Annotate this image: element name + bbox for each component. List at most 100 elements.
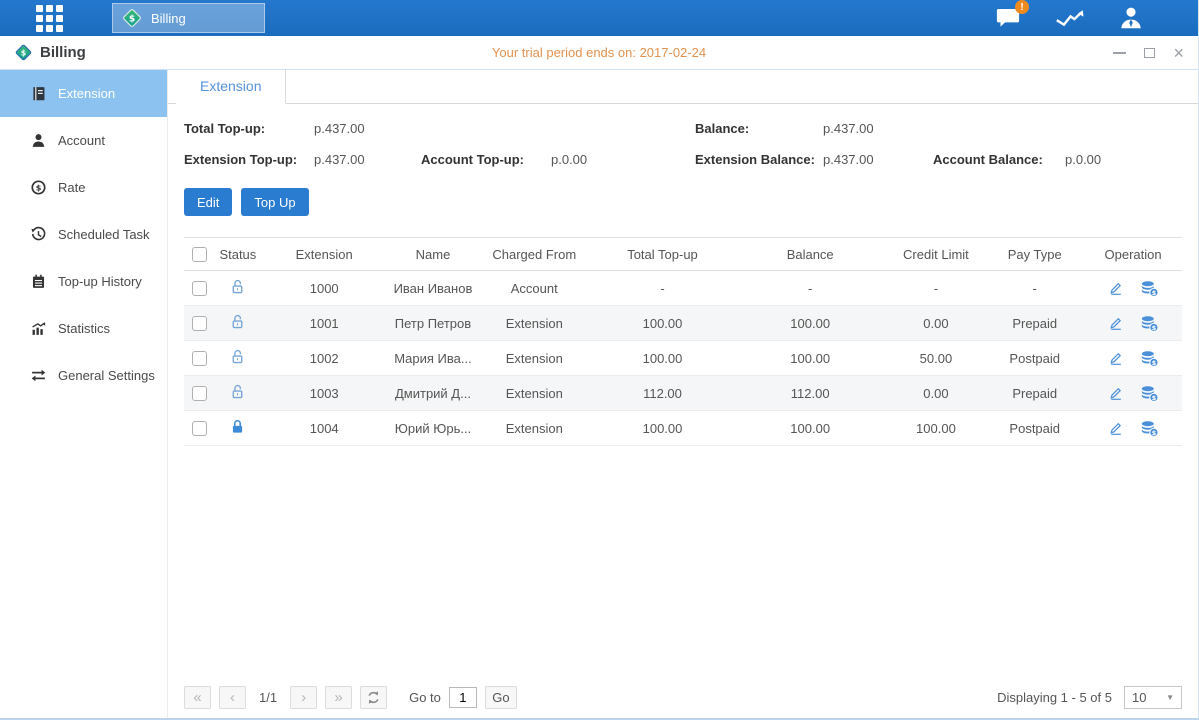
toolbar: Edit Top Up xyxy=(184,188,1182,216)
topup-row-button[interactable]: $ xyxy=(1140,315,1159,332)
sidebar-item-general-settings[interactable]: General Settings xyxy=(0,352,167,399)
sidebar-item-label: Top-up History xyxy=(58,274,142,289)
notification-badge: ! xyxy=(1015,0,1029,14)
svg-text:$: $ xyxy=(36,184,42,193)
maximize-button[interactable] xyxy=(1144,45,1155,61)
row-checkbox[interactable] xyxy=(192,351,207,366)
window-controls: × xyxy=(1113,45,1184,61)
topup-row-button[interactable]: $ xyxy=(1140,280,1159,297)
table-body: 1000Иван ИвановAccount----$1001Петр Петр… xyxy=(184,271,1182,446)
topup-row-button[interactable]: $ xyxy=(1140,385,1159,402)
titlebar: $ Billing Your trial period ends on: 201… xyxy=(0,36,1198,70)
topup-button[interactable]: Top Up xyxy=(241,188,308,216)
col-status: Status xyxy=(216,238,260,271)
monitor-button[interactable] xyxy=(1054,7,1086,29)
svg-text:$: $ xyxy=(1151,393,1155,401)
taskbar-tab-label: Billing xyxy=(151,11,186,26)
row-checkbox[interactable] xyxy=(192,316,207,331)
displaying-text: Displaying 1 - 5 of 5 xyxy=(997,690,1112,705)
sidebar-item-label: Extension xyxy=(58,86,115,101)
person-icon xyxy=(30,132,47,149)
table-row: 1001Петр ПетровExtension100.00100.000.00… xyxy=(184,306,1182,341)
notifications-button[interactable]: ! xyxy=(995,6,1022,30)
page-indicator: 1/1 xyxy=(259,690,277,705)
page-size-value: 10 xyxy=(1132,690,1146,705)
sidebar-item-statistics[interactable]: Statistics xyxy=(0,305,167,352)
total-topup-value: p.437.00 xyxy=(314,121,695,136)
last-page-button[interactable]: » xyxy=(325,686,352,709)
edit-button[interactable]: Edit xyxy=(184,188,232,216)
balance-cell: 100.00 xyxy=(734,341,887,376)
first-page-button[interactable]: « xyxy=(184,686,211,709)
select-all-checkbox[interactable] xyxy=(192,247,207,262)
sidebar-item-topup-history[interactable]: Top-up History xyxy=(0,258,167,305)
window-title-text: Billing xyxy=(40,44,86,61)
extension-balance-label: Extension Balance: xyxy=(695,152,823,167)
balance-cell: 100.00 xyxy=(734,306,887,341)
dollar-circle-icon: $ xyxy=(30,179,47,196)
page-size-select[interactable]: 10 ▼ xyxy=(1124,686,1182,709)
taskbar-tab-billing[interactable]: $ Billing xyxy=(112,3,265,33)
extensions-table: Status Extension Name Charged From Total… xyxy=(184,237,1182,446)
user-button[interactable] xyxy=(1118,5,1144,31)
row-checkbox[interactable] xyxy=(192,386,207,401)
sidebar-item-rate[interactable]: $ Rate xyxy=(0,164,167,211)
account-balance-label: Account Balance: xyxy=(933,152,1065,167)
sidebar-item-label: General Settings xyxy=(58,368,155,383)
sidebar-item-extension[interactable]: Extension xyxy=(0,70,167,117)
extension-cell: 1002 xyxy=(260,341,389,376)
topbar: $ Billing ! xyxy=(0,0,1198,36)
go-button[interactable]: Go xyxy=(485,686,517,709)
chevron-down-icon: ▼ xyxy=(1166,693,1174,702)
pay-type-cell: - xyxy=(985,271,1084,306)
edit-row-button[interactable] xyxy=(1108,385,1124,401)
account-topup-label: Account Top-up: xyxy=(421,152,551,167)
total-topup-label: Total Top-up: xyxy=(184,121,314,136)
row-checkbox[interactable] xyxy=(192,281,207,296)
tab-extension[interactable]: Extension xyxy=(176,70,286,104)
prev-page-button[interactable]: ‹ xyxy=(219,686,246,709)
minimize-button[interactable] xyxy=(1113,45,1126,61)
sidebar-item-scheduled-task[interactable]: Scheduled Task xyxy=(0,211,167,258)
balance-label: Balance: xyxy=(695,121,823,136)
topup-row-button[interactable]: $ xyxy=(1140,350,1159,367)
pay-type-cell: Prepaid xyxy=(985,376,1084,411)
next-page-button[interactable]: › xyxy=(290,686,317,709)
close-button[interactable]: × xyxy=(1173,45,1184,61)
svg-text:$: $ xyxy=(1151,428,1155,436)
svg-text:$: $ xyxy=(129,14,135,25)
edit-row-button[interactable] xyxy=(1108,350,1124,366)
goto-page-input[interactable] xyxy=(449,687,477,708)
app-grid-icon[interactable] xyxy=(36,5,70,31)
svg-text:$: $ xyxy=(1151,323,1155,331)
col-name: Name xyxy=(389,238,478,271)
charged-from-cell: Extension xyxy=(477,341,591,376)
pager-right: Displaying 1 - 5 of 5 10 ▼ xyxy=(997,686,1182,709)
notebook-icon xyxy=(30,273,47,290)
account-topup-value: p.0.00 xyxy=(551,152,695,167)
unlock-icon xyxy=(229,318,246,333)
edit-row-button[interactable] xyxy=(1108,315,1124,331)
col-pay-type: Pay Type xyxy=(985,238,1084,271)
unlock-icon xyxy=(229,388,246,403)
pay-type-cell: Postpaid xyxy=(985,411,1084,446)
topup-row-button[interactable]: $ xyxy=(1140,420,1159,437)
table-row: 1000Иван ИвановAccount----$ xyxy=(184,271,1182,306)
ledger-icon xyxy=(30,85,47,102)
sidebar-item-account[interactable]: Account xyxy=(0,117,167,164)
col-total-topup: Total Top-up xyxy=(591,238,734,271)
name-cell: Дмитрий Д... xyxy=(389,376,478,411)
edit-row-button[interactable] xyxy=(1108,280,1124,296)
pay-type-cell: Postpaid xyxy=(985,341,1084,376)
total-topup-cell: 112.00 xyxy=(591,376,734,411)
edit-row-button[interactable] xyxy=(1108,420,1124,436)
window-title: $ Billing xyxy=(14,43,86,62)
total-topup-cell: 100.00 xyxy=(591,341,734,376)
row-checkbox[interactable] xyxy=(192,421,207,436)
extension-cell: 1004 xyxy=(260,411,389,446)
extension-cell: 1003 xyxy=(260,376,389,411)
refresh-button[interactable] xyxy=(360,686,387,709)
name-cell: Мария Ива... xyxy=(389,341,478,376)
table-row: 1004Юрий Юрь...Extension100.00100.00100.… xyxy=(184,411,1182,446)
balance-cell: 100.00 xyxy=(734,411,887,446)
